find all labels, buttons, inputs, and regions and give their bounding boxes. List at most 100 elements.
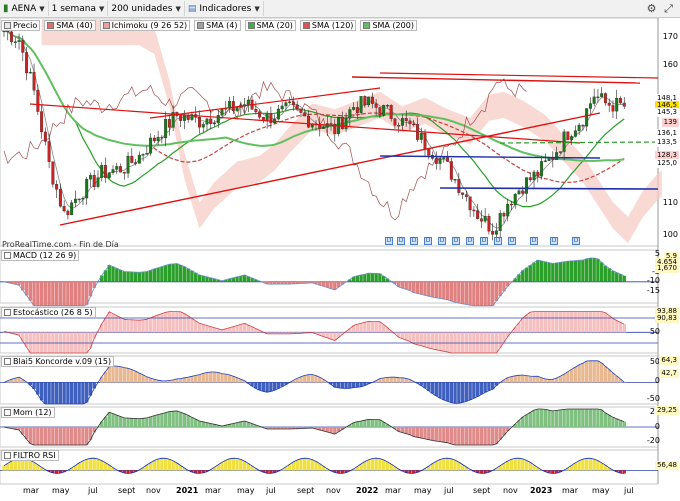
blai5-legend[interactable]: Blai5 Koncorde v.09 (15)	[1, 356, 115, 367]
candle-body	[506, 203, 510, 217]
legend-item[interactable]: SMA (4)	[194, 20, 241, 31]
fullscreen-icon[interactable]: ⤢	[661, 1, 676, 16]
candle-body	[352, 107, 356, 110]
candle-body	[468, 196, 472, 211]
candle-body	[6, 30, 10, 33]
candle-body	[198, 117, 201, 128]
candle-body	[122, 172, 126, 174]
x-axis-month-label: mar	[385, 486, 401, 495]
units-selector[interactable]: 200 unidades ▼	[108, 1, 185, 16]
candle-body	[611, 105, 615, 112]
candle-body	[47, 141, 51, 162]
indicators-icon: ▤	[187, 3, 197, 14]
candle-body	[581, 124, 585, 127]
candle-body	[43, 131, 47, 142]
stoch-axis-tick: 50	[649, 327, 660, 336]
macd-axis-tick: -15	[646, 286, 660, 295]
candle-body	[111, 169, 115, 173]
legend-item[interactable]: SMA (200)	[360, 20, 417, 31]
candle-body	[10, 31, 13, 42]
x-axis-month-label: may	[414, 486, 432, 495]
candle-body	[438, 158, 442, 164]
candle-body	[363, 96, 367, 106]
price-tag: 125,0	[654, 159, 679, 168]
legend-label: Precio	[13, 21, 38, 30]
legend-item[interactable]: SMA (20)	[244, 20, 296, 31]
rsi-legend[interactable]: FILTRO RSI	[1, 450, 59, 461]
legend-item[interactable]: Ichimoku (9 26 52)	[99, 20, 191, 31]
period-label: 1 semana	[51, 3, 96, 14]
candle-body	[265, 113, 269, 121]
macd-axis-tick: 5	[654, 249, 660, 258]
candle-body	[427, 148, 431, 156]
macd-legend[interactable]: MACD (12 26 9)	[1, 250, 80, 261]
chevron-down-icon: ▼	[175, 4, 181, 13]
price-axis-tick: 170	[662, 32, 678, 41]
legend-item[interactable]: SMA (120)	[299, 20, 357, 31]
candle-body	[96, 177, 100, 187]
candle-body	[25, 52, 29, 74]
x-axis-year-label: 2022	[356, 486, 379, 495]
candle-body	[389, 105, 393, 119]
x-axis-month-label: mar	[205, 486, 221, 495]
candle-body	[70, 202, 74, 216]
candle-body	[329, 123, 333, 125]
candle-body	[573, 130, 577, 137]
candle-body	[231, 101, 235, 112]
chart-canvas[interactable]	[0, 17, 680, 499]
dividend-marker-icon: D	[508, 237, 516, 245]
dividend-marker-icon: D	[385, 237, 393, 245]
candle-body	[355, 107, 359, 113]
legend-label: Ichimoku (9 26 52)	[111, 21, 188, 30]
candle-body	[284, 102, 288, 107]
chevron-down-icon: ▼	[98, 4, 105, 13]
candle-body	[73, 198, 77, 203]
candle-body	[160, 136, 164, 139]
trendline-resistance	[351, 76, 641, 84]
legend-swatch	[47, 22, 55, 29]
candle-body	[21, 40, 25, 53]
macd-axis-tick: -10	[646, 276, 660, 285]
candle-body	[295, 104, 299, 109]
candle-body	[619, 98, 622, 104]
settings-icon[interactable]: ⚙	[644, 1, 659, 16]
legend-item[interactable]: Precio	[1, 20, 41, 31]
candle-body	[36, 90, 40, 112]
candle-body	[88, 175, 92, 180]
candle-body	[588, 103, 592, 109]
chart-area[interactable]: Precio SMA (40) Ichimoku (9 26 52) SMA (4) S…	[0, 17, 680, 499]
candle-body	[528, 177, 532, 181]
legend-swatch	[302, 22, 310, 29]
legend-item[interactable]: SMA (40)	[44, 20, 96, 31]
candle-body	[205, 118, 209, 125]
candle-body	[521, 190, 525, 194]
candle-body	[307, 115, 310, 128]
candle-body	[570, 136, 574, 140]
candle-body	[374, 103, 378, 108]
candle-body	[393, 118, 397, 126]
candle-body	[126, 155, 130, 174]
stoch-legend[interactable]: Estocástico (26 8 5)	[1, 307, 96, 318]
mom-legend[interactable]: Mom (12)	[1, 407, 55, 418]
price-tag: 139	[661, 118, 679, 127]
legend-label: SMA (20)	[256, 21, 293, 30]
legend-swatch	[102, 22, 110, 29]
dividend-marker-icon: D	[530, 237, 538, 245]
indicators-label: Indicadores	[199, 3, 252, 14]
x-axis-year-label: 2023	[530, 486, 553, 495]
x-axis-month-label: jul	[88, 486, 98, 495]
x-axis-month-label: nov	[503, 486, 518, 495]
period-selector[interactable]: 1 semana ▼	[49, 1, 109, 16]
symbol-selector[interactable]: ▮ AENA ▼	[0, 1, 49, 16]
candle-body	[137, 154, 141, 164]
candle-body	[419, 133, 423, 140]
price-axis-tick: 160	[662, 60, 678, 69]
candle-body	[254, 109, 258, 112]
candle-body	[378, 107, 382, 116]
candle-body	[107, 172, 111, 178]
candle-body	[622, 102, 626, 107]
x-axis-month-label: jul	[624, 486, 634, 495]
x-axis-month-label: mar	[23, 486, 39, 495]
candle-body	[494, 230, 498, 235]
indicators-button[interactable]: ▤ Indicadores ▼	[185, 1, 264, 16]
